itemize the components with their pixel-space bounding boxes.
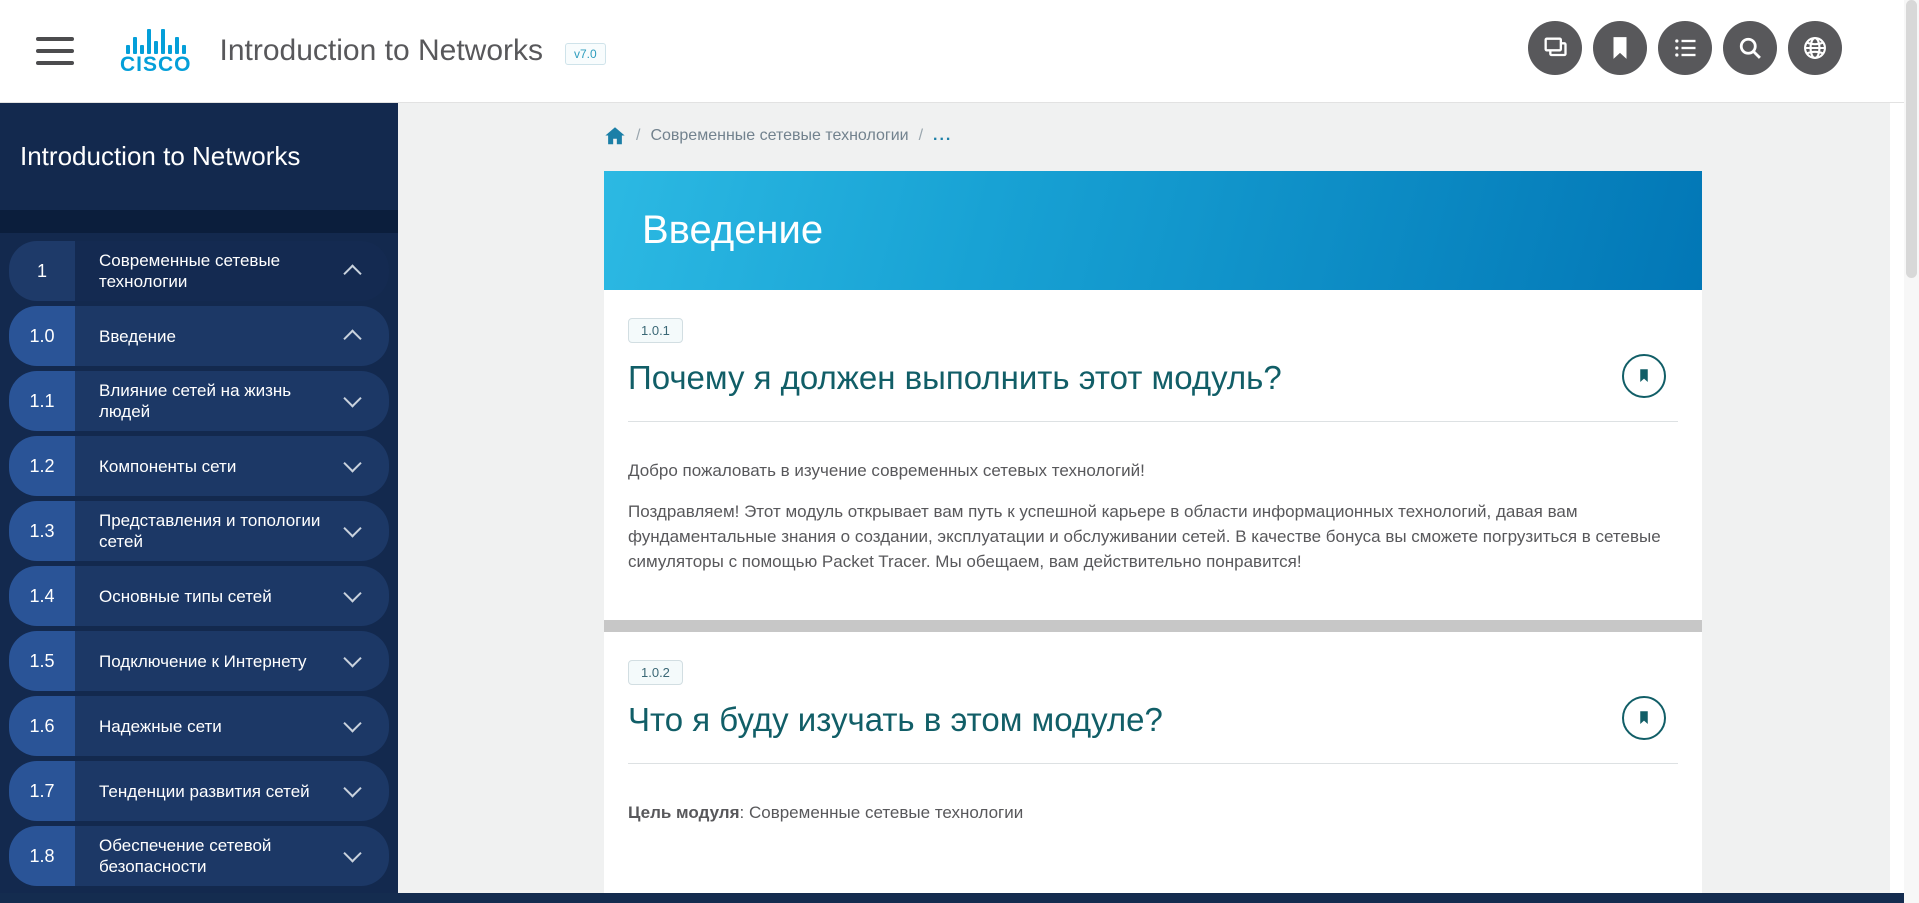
breadcrumb-ellipsis-link[interactable]: ... xyxy=(933,127,952,145)
sidebar-divider-strip xyxy=(0,210,398,233)
paragraph: Поздравляем! Этот модуль открывает вам п… xyxy=(628,499,1678,574)
cisco-logo: CISCO xyxy=(120,26,192,76)
sidebar-item-1-1[interactable]: 1.1 Влияние сетей на жизнь людей xyxy=(9,371,389,431)
home-icon[interactable] xyxy=(604,125,626,147)
module-goal-label: Цель модуля xyxy=(628,803,740,822)
content-gutter xyxy=(1890,103,1904,903)
sidebar-item-number: 1.5 xyxy=(9,631,75,691)
sidebar-item-1-6[interactable]: 1.6 Надежные сети xyxy=(9,696,389,756)
pages-icon[interactable] xyxy=(1528,21,1582,75)
topic-number-badge: 1.0.2 xyxy=(628,660,683,685)
topic-heading: Почему я должен выполнить этот модуль? xyxy=(628,359,1548,397)
cisco-logo-bars xyxy=(126,26,186,54)
version-badge: v7.0 xyxy=(565,43,606,65)
content-area: / Современные сетевые технологии / ... В… xyxy=(398,103,1904,903)
module-nav-list: 1 Современные сетевые технологии 1.0 Вве… xyxy=(0,233,398,886)
topic-body: Цель модуля: Современные сетевые техноло… xyxy=(628,764,1678,825)
course-sidebar: Introduction to Networks 1 Современные с… xyxy=(0,103,398,903)
header-icon-bar xyxy=(1528,21,1842,75)
sidebar-item-1-4[interactable]: 1.4 Основные типы сетей xyxy=(9,566,389,626)
breadcrumb: / Современные сетевые технологии / ... xyxy=(604,125,952,147)
topic-section-1-0-2: 1.0.2 Что я буду изучать в этом модуле? … xyxy=(604,632,1702,825)
next-section-edge-bar xyxy=(0,893,1904,903)
breadcrumb-separator: / xyxy=(636,127,640,145)
sidebar-item-module-1[interactable]: 1 Современные сетевые технологии xyxy=(9,241,389,301)
list-icon[interactable] xyxy=(1658,21,1712,75)
breadcrumb-separator: / xyxy=(919,127,923,145)
sidebar-item-label: Основные типы сетей xyxy=(75,566,389,626)
search-icon[interactable] xyxy=(1723,21,1777,75)
sidebar-item-number: 1.8 xyxy=(9,826,75,886)
bookmark-topic-button[interactable] xyxy=(1622,696,1666,740)
sidebar-item-label: Современные сетевые технологии xyxy=(75,241,389,301)
sidebar-item-1-2[interactable]: 1.2 Компоненты сети xyxy=(9,436,389,496)
topic-number-badge: 1.0.1 xyxy=(628,318,683,343)
bookmark-icon[interactable] xyxy=(1593,21,1647,75)
sidebar-item-number: 1.0 xyxy=(9,306,75,366)
sidebar-item-label: Введение xyxy=(75,306,389,366)
sidebar-item-1-0[interactable]: 1.0 Введение xyxy=(9,306,389,366)
sidebar-item-label: Подключение к Интернету xyxy=(75,631,389,691)
sidebar-item-1-5[interactable]: 1.5 Подключение к Интернету xyxy=(9,631,389,691)
hamburger-menu-icon[interactable] xyxy=(36,37,74,65)
module-goal-text: : Современные сетевые технологии xyxy=(740,803,1024,822)
topic-section-1-0-1: 1.0.1 Почему я должен выполнить этот мод… xyxy=(604,290,1702,574)
topic-body: Добро пожаловать в изучение современных … xyxy=(628,422,1678,574)
banner-title: Введение xyxy=(604,208,823,253)
paragraph: Добро пожаловать в изучение современных … xyxy=(628,458,1678,483)
cisco-wordmark: CISCO xyxy=(120,54,192,76)
module-goal: Цель модуля: Современные сетевые техноло… xyxy=(628,800,1678,825)
bookmark-topic-button[interactable] xyxy=(1622,354,1666,398)
sidebar-item-label: Надежные сети xyxy=(75,696,389,756)
page-scrollbar[interactable] xyxy=(1904,0,1919,903)
sidebar-header: Introduction to Networks xyxy=(0,103,398,210)
sidebar-item-number: 1.3 xyxy=(9,501,75,561)
scrollbar-thumb[interactable] xyxy=(1906,0,1917,278)
sidebar-item-label: Влияние сетей на жизнь людей xyxy=(75,371,389,431)
topic-heading: Что я буду изучать в этом модуле? xyxy=(628,701,1548,739)
globe-icon[interactable] xyxy=(1788,21,1842,75)
course-title: Introduction to Networks xyxy=(220,34,543,68)
sidebar-item-1-8[interactable]: 1.8 Обеспечение сетевой безопасности xyxy=(9,826,389,886)
breadcrumb-module-link[interactable]: Современные сетевые технологии xyxy=(650,127,908,145)
sidebar-item-label: Компоненты сети xyxy=(75,436,389,496)
sidebar-item-label: Представления и топологии сетей xyxy=(75,501,389,561)
sidebar-item-label: Тенденции развития сетей xyxy=(75,761,389,821)
section-divider-bar xyxy=(604,620,1702,632)
sidebar-course-title: Introduction to Networks xyxy=(20,141,300,172)
sidebar-item-number: 1 xyxy=(9,241,75,301)
sidebar-item-1-3[interactable]: 1.3 Представления и топологии сетей xyxy=(9,501,389,561)
sidebar-item-1-7[interactable]: 1.7 Тенденции развития сетей xyxy=(9,761,389,821)
lesson-card: Введение 1.0.1 Почему я должен выполнить… xyxy=(604,171,1702,893)
sidebar-item-number: 1.2 xyxy=(9,436,75,496)
sidebar-item-number: 1.1 xyxy=(9,371,75,431)
app-header: CISCO Introduction to Networks v7.0 xyxy=(0,0,1919,103)
section-banner: Введение xyxy=(604,171,1702,290)
sidebar-item-number: 1.7 xyxy=(9,761,75,821)
sidebar-item-number: 1.4 xyxy=(9,566,75,626)
sidebar-item-number: 1.6 xyxy=(9,696,75,756)
sidebar-item-label: Обеспечение сетевой безопасности xyxy=(75,826,389,886)
